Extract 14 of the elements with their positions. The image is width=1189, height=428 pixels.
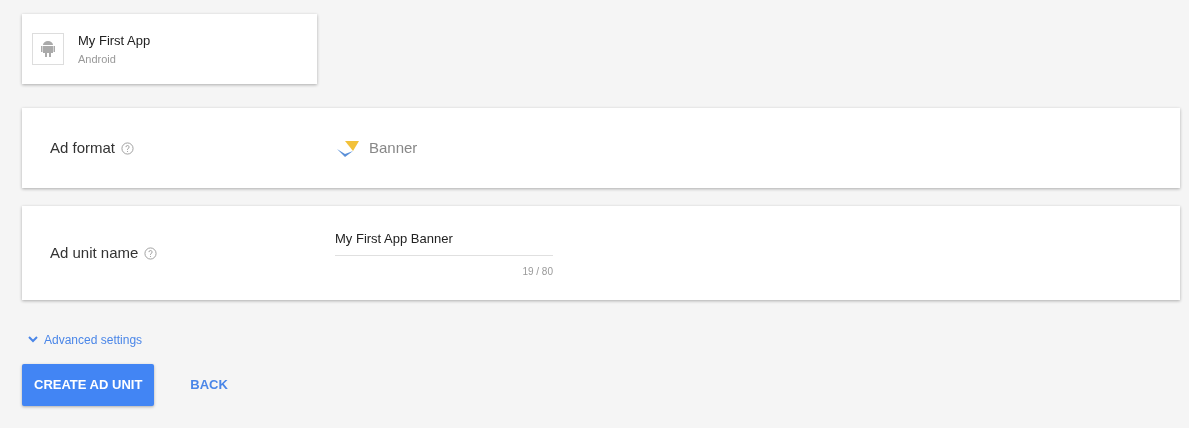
- field-label: Ad format: [50, 137, 116, 158]
- android-icon: [41, 40, 55, 58]
- create-button[interactable]: CREATE AD UNIT: [22, 364, 155, 406]
- app-platform: Android: [78, 51, 117, 67]
- character-counter: 19 / 80: [521, 264, 553, 279]
- help-icon[interactable]: [144, 246, 158, 260]
- advanced-settings-toggle[interactable]: Advanced settings: [28, 330, 143, 349]
- app-card[interactable]: My First App Android: [22, 14, 317, 84]
- field-label: Ad unit name: [50, 242, 139, 263]
- ad-format-value: Banner: [369, 137, 418, 158]
- help-icon[interactable]: [121, 141, 135, 155]
- app-name: My First App: [78, 32, 151, 50]
- name-input[interactable]: My First App Banner: [335, 227, 553, 256]
- back-button[interactable]: BACK: [178, 364, 240, 406]
